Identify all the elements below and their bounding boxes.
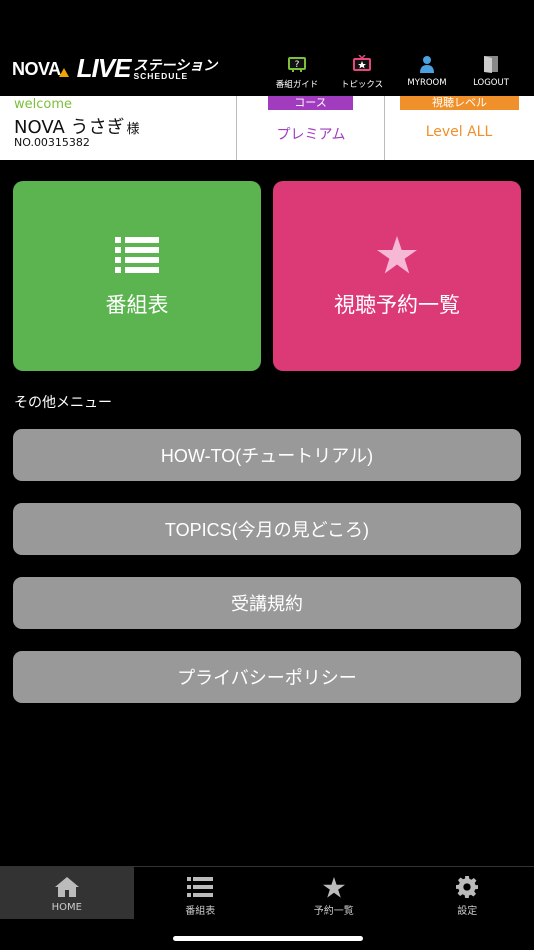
guide-icon: ? [287, 54, 307, 74]
tab-schedule[interactable]: 番組表 [134, 867, 268, 919]
level-value: Level ALL [425, 124, 493, 140]
reservations-tile-label: 視聴予約一覧 [334, 293, 460, 317]
bottom-tab-bar: HOME 番組表 予約一覧 設定 [0, 866, 534, 919]
reservations-tile-button[interactable]: 視聴予約一覧 [273, 181, 521, 371]
tab-settings[interactable]: 設定 [401, 867, 534, 919]
logo-schedule-text: SCHEDULE [133, 70, 189, 81]
logo-station-text: ステーション [133, 56, 218, 73]
logo-subtext: ステーション SCHEDULE [133, 58, 217, 81]
nav-logout-label: LOGOUT [473, 78, 509, 88]
tab-settings-label: 設定 [457, 906, 478, 917]
app-logo[interactable]: NOVA LIVE ステーション SCHEDULE [12, 53, 217, 83]
divider [384, 96, 385, 160]
svg-text:?: ? [295, 60, 300, 70]
user-name-text: NOVA うさぎ [14, 117, 125, 138]
home-indicator[interactable] [173, 936, 363, 941]
schedule-tile-button[interactable]: 番組表 [13, 181, 261, 371]
app-header: NOVA LIVE ステーション SCHEDULE ? 番組ガイド トピックス … [0, 44, 534, 96]
tab-home[interactable]: HOME [0, 867, 134, 919]
nav-myroom[interactable]: MYROOM [397, 54, 457, 88]
divider [236, 96, 237, 160]
door-icon [483, 54, 499, 74]
list-icon [115, 237, 159, 273]
star-icon [322, 876, 345, 898]
nav-logout[interactable]: LOGOUT [461, 54, 521, 88]
course-tag: コース [268, 96, 353, 110]
logo-nova-text: NOVA [12, 59, 61, 79]
logo-triangle-icon [58, 68, 69, 77]
topics-button[interactable]: TOPICS(今月の見どころ) [13, 503, 521, 555]
welcome-text: welcome [14, 97, 73, 112]
howto-button[interactable]: HOW-TO(チュートリアル) [13, 429, 521, 481]
member-number: NO.00315382 [14, 136, 90, 149]
schedule-tile-label: 番組表 [105, 293, 169, 317]
nav-program-guide[interactable]: ? 番組ガイド [267, 54, 327, 90]
nav-topics[interactable]: トピックス [332, 54, 392, 90]
tab-home-label: HOME [51, 902, 82, 913]
other-menu-heading: その他メニュー [14, 395, 112, 411]
user-info-bar: welcome NOVA うさぎ様 NO.00315382 コース プレミアム … [0, 96, 534, 160]
nav-topics-label: トピックス [340, 80, 384, 90]
star-icon [377, 236, 417, 274]
terms-button[interactable]: 受講規約 [13, 577, 521, 629]
logo-live-text: LIVE [76, 53, 132, 83]
privacy-policy-button[interactable]: プライバシーポリシー [13, 651, 521, 703]
home-icon [54, 877, 79, 897]
nav-program-guide-label: 番組ガイド [275, 80, 319, 90]
course-value: プレミアム [276, 127, 346, 143]
tv-topics-icon [352, 54, 372, 74]
gear-icon [456, 876, 479, 898]
level-tag: 視聴レベル [400, 96, 519, 110]
tab-schedule-label: 番組表 [185, 906, 216, 917]
nav-myroom-label: MYROOM [407, 78, 447, 88]
tab-reservations[interactable]: 予約一覧 [267, 867, 401, 919]
tab-reservations-label: 予約一覧 [313, 906, 354, 917]
user-honorific: 様 [126, 122, 140, 137]
person-icon [418, 54, 436, 74]
list-icon [187, 877, 214, 897]
